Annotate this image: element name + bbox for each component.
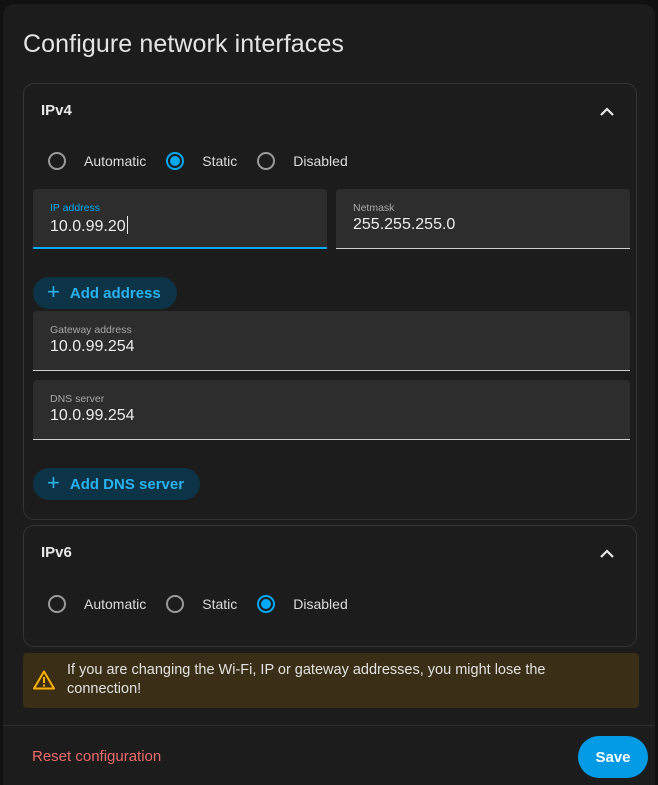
ipv4-panel: IPv4 Automatic Static Disabled IP addres… — [23, 83, 637, 520]
ipv4-mode-group: Automatic Static Disabled — [48, 152, 368, 170]
plus-icon: + — [47, 470, 60, 495]
ipv4-heading: IPv4 — [41, 102, 72, 119]
netmask-field[interactable]: Netmask 255.255.255.0 — [336, 189, 630, 249]
dns-server-value: 10.0.99.254 — [50, 407, 135, 424]
reset-configuration-button[interactable]: Reset configuration — [32, 748, 161, 765]
ipv4-automatic-label: Automatic — [84, 153, 147, 169]
dns-server-field[interactable]: DNS server 10.0.99.254 — [33, 380, 630, 440]
ipv4-static-radio[interactable] — [166, 152, 185, 170]
warning-icon — [33, 670, 55, 695]
chevron-up-icon[interactable] — [598, 102, 616, 120]
ipv6-disabled-radio[interactable] — [257, 595, 276, 613]
save-button[interactable]: Save — [578, 736, 648, 778]
ipv6-automatic-label: Automatic — [84, 596, 147, 612]
add-dns-server-label: Add DNS server — [69, 475, 185, 493]
gateway-address-label: Gateway address — [50, 324, 132, 336]
ip-address-field[interactable]: IP address 10.0.99.20 — [33, 189, 327, 249]
ipv6-static-radio[interactable] — [166, 595, 185, 613]
network-config-dialog: Configure network interfaces IPv4 Automa… — [3, 4, 655, 785]
netmask-label: Netmask — [353, 202, 395, 214]
ipv6-disabled-label: Disabled — [293, 596, 348, 612]
gateway-address-field[interactable]: Gateway address 10.0.99.254 — [33, 311, 630, 371]
footer-divider — [3, 725, 655, 726]
ipv4-disabled-label: Disabled — [293, 153, 348, 169]
ip-address-label: IP address — [50, 202, 101, 214]
add-address-label: Add address — [69, 284, 161, 302]
add-dns-server-button[interactable]: + Add DNS server — [33, 468, 201, 500]
netmask-value: 255.255.255.0 — [353, 216, 456, 233]
ipv6-automatic-radio[interactable] — [48, 595, 66, 613]
ipv4-static-label: Static — [202, 153, 238, 169]
warning-alert: If you are changing the Wi-Fi, IP or gat… — [23, 653, 639, 708]
text-caret — [126, 216, 128, 234]
ipv6-static-label: Static — [202, 596, 238, 612]
ipv4-disabled-radio[interactable] — [257, 152, 276, 170]
plus-icon: + — [47, 279, 60, 304]
dialog-title: Configure network interfaces — [23, 30, 345, 58]
ipv4-automatic-radio[interactable] — [48, 152, 66, 170]
ipv6-heading: IPv6 — [41, 544, 72, 561]
chevron-up-icon[interactable] — [598, 544, 616, 562]
warning-text: If you are changing the Wi-Fi, IP or gat… — [67, 662, 546, 697]
ip-address-value: 10.0.99.20 — [50, 218, 126, 235]
ipv6-panel: IPv6 Automatic Static Disabled — [23, 525, 637, 647]
add-address-button[interactable]: + Add address — [33, 277, 177, 309]
gateway-address-value: 10.0.99.254 — [50, 338, 135, 355]
ipv6-mode-group: Automatic Static Disabled — [48, 595, 368, 613]
dns-server-label: DNS server — [50, 393, 105, 405]
